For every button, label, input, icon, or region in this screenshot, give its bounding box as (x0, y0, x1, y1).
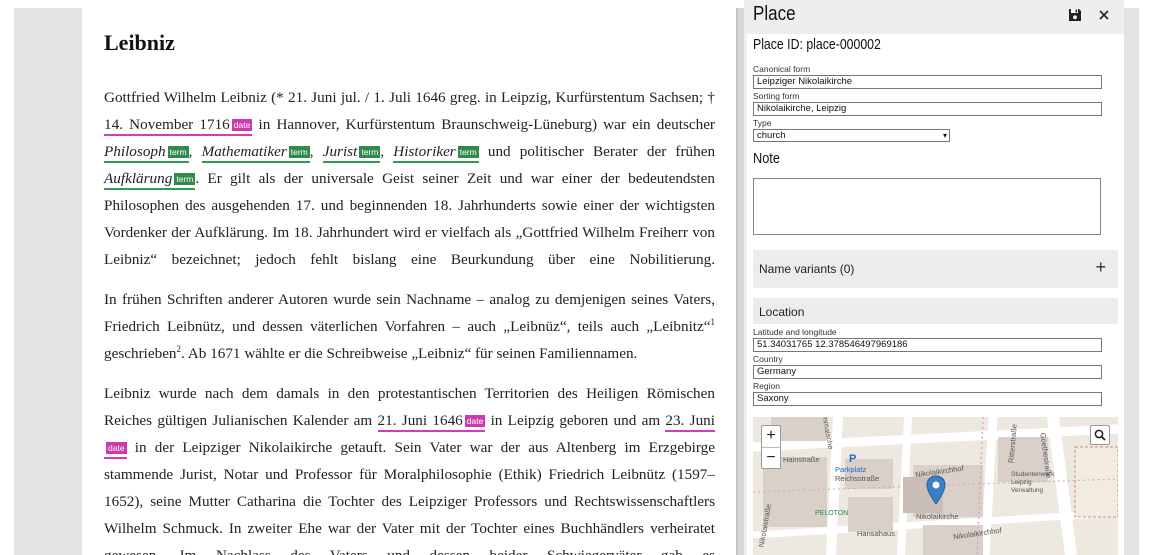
sorting-form-label: Sorting form (753, 91, 800, 101)
term-text: Mathematiker (201, 143, 287, 160)
document-title: Leibniz (104, 30, 175, 55)
term-text: Philosoph (104, 143, 166, 160)
map-label-studentenwerk: Studentenwerk Leipzig Verwaltung (1011, 471, 1055, 494)
region-label: Region (753, 381, 780, 391)
location-section: Location (753, 298, 1118, 324)
sorting-form-input[interactable]: Nikolaikirche, Leipzig (753, 102, 1102, 116)
document-body: Gottfried Wilhelm Leibniz (* 21. Juni ju… (104, 84, 715, 555)
map-label-nikolaikirche: Nikolaikirche (916, 512, 959, 521)
term-badge: term (288, 146, 310, 158)
date-text: 21. Juni 1646 (377, 412, 463, 429)
place-panel: Place Place ID: place-000002 Canonical f… (744, 0, 1124, 555)
term-badge: term (167, 146, 189, 158)
right-gutter (1124, 8, 1139, 555)
panel-body: Place ID: place-000002 Canonical form Le… (747, 34, 1124, 555)
search-icon[interactable] (1090, 425, 1110, 445)
panel-title: Place (753, 3, 796, 25)
country-label: Country (753, 354, 783, 364)
text-span: in der Leipziger Nikolaikirche getauft. … (104, 439, 715, 555)
term-tag[interactable]: Jurist term (322, 143, 381, 163)
map-label-hansahaus: Hansahaus (857, 529, 895, 538)
type-select[interactable]: church ▾ (753, 129, 950, 142)
date-badge: date (231, 119, 253, 131)
date-text: 14. November 1716 (104, 116, 230, 133)
chevron-down-icon: ▾ (942, 131, 947, 140)
text-span: geschrieben (104, 345, 177, 362)
document-view[interactable]: Leibniz Gottfried Wilhelm Leibniz (* 21.… (82, 8, 736, 555)
paragraph-2: In frühen Schriften anderer Autoren wurd… (104, 286, 715, 367)
map-label-hainstrasse: Hainstraße (783, 455, 820, 464)
splitter-handle[interactable] (736, 8, 744, 555)
term-tag[interactable]: Philosoph term (104, 143, 189, 163)
footnote-ref[interactable]: 1 (711, 317, 716, 327)
term-badge: term (174, 173, 196, 185)
type-label: Type (753, 118, 772, 128)
map-label-parkplatz: Parkplatz (835, 465, 867, 474)
term-tag[interactable]: Mathematiker term (201, 143, 310, 163)
date-tag[interactable]: 21. Juni 1646 date (377, 412, 486, 432)
map-label-peloton: PELOTON (815, 510, 849, 517)
plus-icon[interactable]: + (1095, 257, 1106, 278)
latlng-label: Latitude and longitude (753, 327, 837, 337)
text-span: . Ab 1671 wählte er die Schreibweise „Le… (181, 345, 638, 362)
close-icon[interactable] (1095, 6, 1113, 24)
date-text: 23. Juni (665, 412, 715, 429)
term-tag[interactable]: Historiker term (393, 143, 479, 163)
place-id: Place ID: place-000002 (753, 36, 881, 53)
date-badge: date (464, 415, 486, 427)
parking-icon: P (849, 453, 857, 465)
term-text: Aufklärung (104, 170, 173, 187)
region-input[interactable]: Saxony (753, 392, 1102, 406)
location-map[interactable]: P Parkplatz Reichsstraße Nikolaikirchhof… (753, 417, 1118, 555)
date-tag[interactable]: 14. November 1716 date (104, 116, 253, 136)
text-span: In frühen Schriften anderer Autoren wurd… (104, 291, 715, 335)
term-text: Jurist (322, 143, 358, 160)
country-input[interactable]: Germany (753, 365, 1102, 379)
left-gutter (14, 8, 82, 555)
latlng-input[interactable]: 51.34031765 12.378546497969186 (753, 338, 1102, 352)
canonical-form-input[interactable]: Leipziger Nikolaikirche (753, 75, 1102, 89)
text-span: und politischer Berater der frühen (478, 143, 716, 160)
text-span: Gottfried Wilhelm Leibniz (* 21. Juni ju… (104, 89, 715, 106)
panel-header: Place (744, 0, 1124, 34)
note-textarea[interactable] (753, 178, 1101, 235)
location-label: Location (759, 305, 805, 319)
text-span: in Hannover, Kurfürstentum Braunschweig-… (252, 116, 715, 133)
term-badge: term (457, 146, 479, 158)
paragraph-3: Leibniz wurde nach dem damals in den pro… (104, 380, 715, 555)
zoom-out-icon[interactable]: − (762, 447, 780, 468)
save-icon[interactable] (1066, 6, 1084, 24)
name-variants-label: Name variants (0) (759, 262, 855, 276)
zoom-in-icon[interactable]: + (762, 426, 780, 447)
date-badge: date (106, 442, 127, 454)
text-span: , (309, 143, 323, 160)
term-text: Historiker (393, 143, 456, 160)
type-select-value: church (757, 130, 786, 141)
paragraph-1: Gottfried Wilhelm Leibniz (* 21. Juni ju… (104, 84, 715, 273)
zoom-control: + − (761, 425, 781, 469)
map-marker-icon[interactable] (926, 475, 946, 510)
text-span: , (380, 143, 394, 160)
name-variants-section[interactable]: Name variants (0) + (753, 250, 1118, 288)
term-tag[interactable]: Aufklärung term (104, 170, 196, 190)
text-span: in Leipzig geboren und am (485, 412, 666, 429)
text-span: . Er gilt als der universale Geist seine… (104, 170, 715, 268)
canonical-form-label: Canonical form (753, 64, 811, 74)
map-label-reichsstrasse: Reichsstraße (835, 474, 880, 483)
note-heading: Note (753, 150, 780, 167)
term-badge: term (359, 146, 381, 158)
text-span: , (188, 143, 202, 160)
